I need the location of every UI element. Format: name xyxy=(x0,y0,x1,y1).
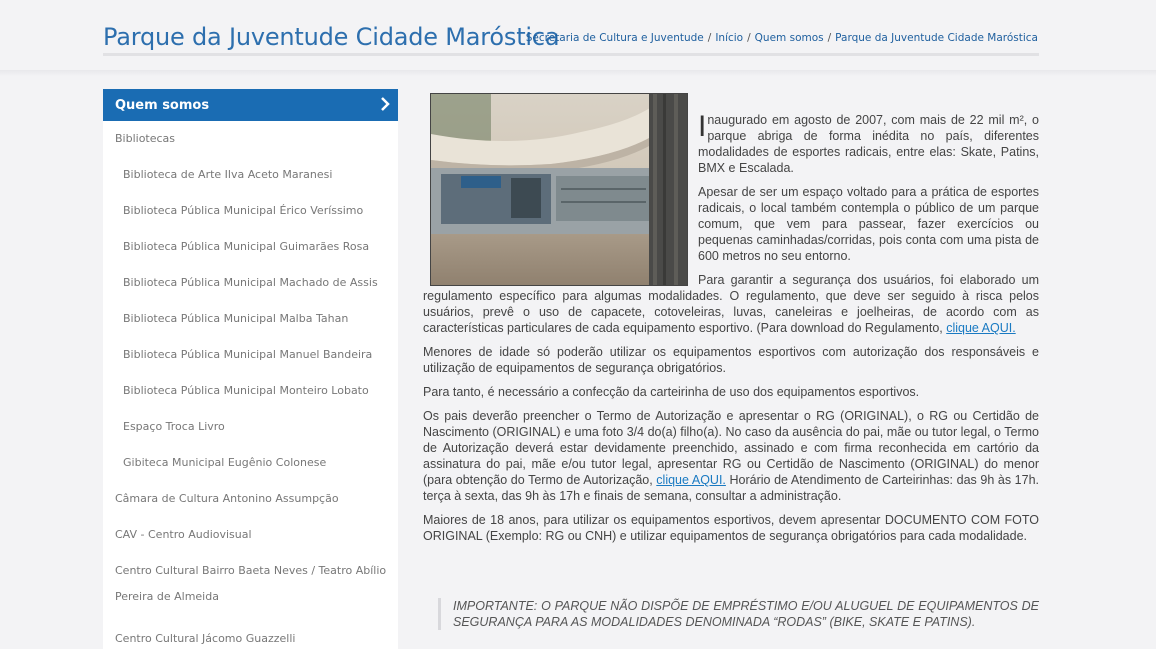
paragraph-text: naugurado em agosto de 2007, com mais de… xyxy=(698,113,1039,175)
article-paragraph-3: Para garantir a segurança dos usuários, … xyxy=(423,272,1039,336)
sidebar-item-biblioteca-machado-de-assis[interactable]: Biblioteca Pública Municipal Machado de … xyxy=(103,265,398,301)
sidebar-heading-quem-somos[interactable]: Quem somos xyxy=(103,89,398,121)
sidebar-item-biblioteca-monteiro-lobato[interactable]: Biblioteca Pública Municipal Monteiro Lo… xyxy=(103,373,398,409)
important-notice: IMPORTANTE: O PARQUE NÃO DISPÕE DE EMPRÉ… xyxy=(438,598,1039,630)
sidebar-item-bibliotecas[interactable]: Bibliotecas xyxy=(103,121,398,157)
sidebar-item-biblioteca-erico-verissimo[interactable]: Biblioteca Pública Municipal Érico Verís… xyxy=(103,193,398,229)
sidebar-item-pereira-de-almeida[interactable]: Pereira de Almeida xyxy=(103,585,398,621)
sidebar-heading-label: Quem somos xyxy=(115,98,210,113)
breadcrumb-separator: / xyxy=(827,32,832,44)
title-divider xyxy=(103,53,1039,56)
article-paragraph-6: Os pais deverão preencher o Termo de Aut… xyxy=(423,408,1039,504)
site-header: Parque da Juventude Cidade Maróstica Sec… xyxy=(0,0,1156,70)
wrap-spacer xyxy=(423,273,698,287)
chevron-right-icon xyxy=(381,97,390,111)
header-shadow xyxy=(0,70,1156,76)
article-paragraph-1: Inaugurado em agosto de 2007, com mais d… xyxy=(698,112,1039,176)
breadcrumb: Secretaria de Cultura e Juventude / Início… xyxy=(526,32,1038,44)
breadcrumb-separator: / xyxy=(747,32,751,44)
breadcrumb-link-inicio[interactable]: Início xyxy=(715,32,743,44)
breadcrumb-link-quem-somos[interactable]: Quem somos xyxy=(755,32,824,44)
termo-autorizacao-link[interactable]: clique AQUI. xyxy=(656,473,726,487)
sidebar-item-biblioteca-manuel-bandeira[interactable]: Biblioteca Pública Municipal Manuel Band… xyxy=(103,337,398,373)
sidebar-item-centro-cultural-jacomo-guazzelli[interactable]: Centro Cultural Jácomo Guazzelli xyxy=(103,621,398,649)
sidebar-item-gibiteca[interactable]: Gibiteca Municipal Eugênio Colonese xyxy=(103,445,398,481)
sidebar-item-espaco-troca-livro[interactable]: Espaço Troca Livro xyxy=(103,409,398,445)
dropcap: I xyxy=(698,110,707,143)
sidebar-item-centro-cultural-baeta-neves[interactable]: Centro Cultural Bairro Baeta Neves / Tea… xyxy=(103,553,398,585)
sidebar-item-biblioteca-malba-tahan[interactable]: Biblioteca Pública Municipal Malba Tahan xyxy=(103,301,398,337)
sidebar-item-camara-de-cultura[interactable]: Câmara de Cultura Antonino Assumpção xyxy=(103,481,398,517)
sidebar-item-biblioteca-guimaraes-rosa[interactable]: Biblioteca Pública Municipal Guimarães R… xyxy=(103,229,398,265)
article-paragraph-2: Apesar de ser um espaço voltado para a p… xyxy=(698,185,1039,263)
article-paragraph-4: Menores de idade só poderão utilizar os … xyxy=(423,345,1039,375)
sidebar-item-cav[interactable]: CAV - Centro Audiovisual xyxy=(103,517,398,553)
breadcrumb-current[interactable]: Parque da Juventude Cidade Maróstica xyxy=(835,32,1038,44)
sidebar-item-biblioteca-arte[interactable]: Biblioteca de Arte Ilva Aceto Maranesi xyxy=(103,157,398,193)
article-paragraph-5: Para tanto, é necessário a confecção da … xyxy=(423,385,920,399)
article-paragraph-7: Maiores de 18 anos, para utilizar os equ… xyxy=(423,513,1039,543)
page-title: Parque da Juventude Cidade Maróstica xyxy=(103,23,560,51)
breadcrumb-separator: / xyxy=(707,32,712,44)
article-body: Inaugurado em agosto de 2007, com mais d… xyxy=(423,93,1039,552)
regulamento-download-link[interactable]: clique AQUI. xyxy=(946,321,1015,335)
sidebar-menu: Quem somos Bibliotecas Biblioteca de Art… xyxy=(103,89,398,649)
breadcrumb-link-secretaria[interactable]: Secretaria de Cultura e Juventude xyxy=(526,32,704,44)
